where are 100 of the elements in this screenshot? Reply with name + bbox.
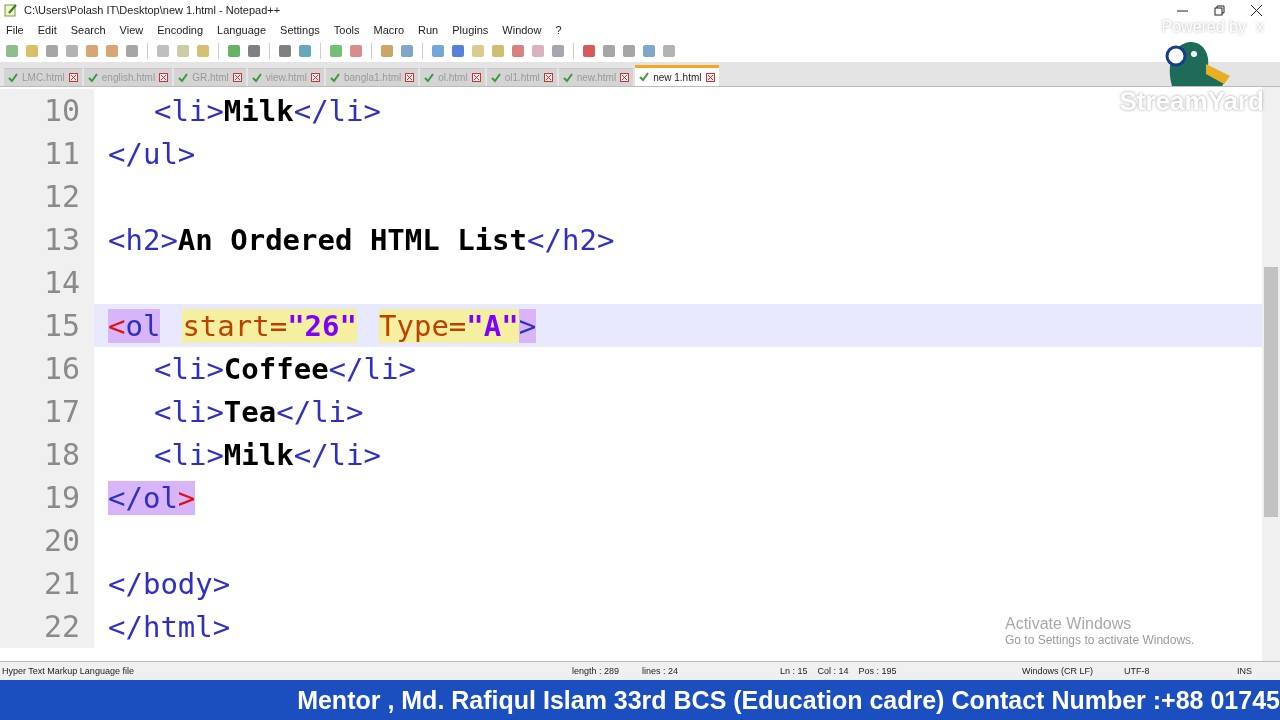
code-token: start=: [182, 308, 288, 343]
code-token: Milk: [223, 93, 294, 128]
line-number: 22: [0, 605, 94, 648]
check-icon: [562, 72, 573, 83]
file-type: Hyper Text Markup Language file: [1, 666, 135, 676]
menu-item[interactable]: Language: [217, 24, 267, 36]
code-token: <li>: [154, 351, 224, 386]
lines-status: lines : 24: [642, 666, 680, 676]
toolbar-icon[interactable]: [175, 43, 191, 59]
toolbar-icon[interactable]: [124, 43, 140, 59]
toolbar-icon[interactable]: [450, 43, 466, 59]
banner-text: Mentor , Md. Rafiqul Islam 33rd BCS (Education cadre) Contact Number :+88 01745: [297, 685, 1280, 715]
toolbar-icon[interactable]: [621, 43, 637, 59]
menu-item[interactable]: View: [119, 24, 144, 36]
position-status: Ln : 15 Col : 14 Pos : 195: [780, 666, 898, 676]
toolbar-icon[interactable]: [64, 43, 80, 59]
toolbar-icon[interactable]: [490, 43, 506, 59]
code-token: </html>: [108, 609, 231, 644]
code-token: <li>: [154, 394, 224, 429]
toolbar-icon[interactable]: [581, 43, 597, 59]
toolbar-icon[interactable]: [297, 43, 313, 59]
toolbar-icon[interactable]: [328, 43, 344, 59]
line-number: 19: [0, 476, 94, 519]
code-token: </h2>: [527, 222, 615, 257]
menu-item[interactable]: Settings: [280, 24, 320, 36]
toolbar-icon[interactable]: [601, 43, 617, 59]
activation-title: Activate Windows: [1005, 615, 1133, 633]
code-token: Milk: [223, 437, 294, 472]
scrollbar[interactable]: [1262, 87, 1280, 661]
menu-item[interactable]: Run: [418, 24, 439, 36]
toolbar-icon[interactable]: [348, 43, 364, 59]
menu-item[interactable]: File: [6, 24, 24, 36]
toolbar-icon[interactable]: [24, 43, 40, 59]
menu-item[interactable]: Macro: [373, 24, 405, 36]
toolbar-icon[interactable]: [246, 43, 262, 59]
code-token: </li>: [293, 437, 381, 472]
code-token: "26": [287, 308, 357, 343]
code-token: An Ordered HTML List: [177, 222, 528, 257]
code-token: </ol: [108, 480, 178, 515]
toolbar-icon[interactable]: [277, 43, 293, 59]
code-token: Coffee: [223, 351, 329, 386]
code-token: </li>: [276, 394, 364, 429]
menu-item[interactable]: Window: [502, 24, 542, 36]
toolbar-icon[interactable]: [530, 43, 546, 59]
check-icon: [8, 72, 18, 83]
toolbar-icon[interactable]: [155, 43, 171, 59]
toolbar-icon[interactable]: [84, 43, 100, 59]
toolbar-icon[interactable]: [4, 43, 20, 59]
code-token: <: [108, 308, 126, 343]
line-number: 21: [0, 562, 94, 605]
code-token: <h2>: [108, 222, 178, 257]
eol-status: Windows (CR LF): [1022, 666, 1094, 676]
check-icon: [251, 72, 262, 83]
toolbar-icon[interactable]: [430, 43, 446, 59]
close-icon[interactable]: [1251, 4, 1262, 16]
menu-item[interactable]: Plugins: [452, 24, 489, 36]
line-number: 12: [0, 175, 94, 218]
code-token: <li>: [154, 93, 224, 128]
line-number: 10: [0, 89, 94, 132]
menu-item[interactable]: Edit: [37, 24, 57, 36]
code-token: "A": [466, 308, 519, 343]
code-token: <li>: [154, 437, 224, 472]
toolbar-icon[interactable]: [104, 43, 120, 59]
toolbar-icon[interactable]: [399, 43, 415, 59]
toolbar-icon[interactable]: [510, 43, 526, 59]
menu-item[interactable]: Search: [70, 24, 106, 36]
mode-status: INS: [1237, 666, 1252, 676]
code-token: Type=: [379, 308, 467, 343]
check-icon: [490, 72, 501, 83]
toolbar-icon[interactable]: [44, 43, 60, 59]
restore-icon[interactable]: [1214, 4, 1225, 16]
window-title: C:\Users\Polash IT\Desktop\new 1.html - Notepad++: [24, 4, 281, 16]
check-icon: [329, 72, 340, 83]
toolbar-icon[interactable]: [641, 43, 657, 59]
menu-item[interactable]: ?: [555, 24, 562, 36]
check-icon: [424, 72, 435, 83]
toolbar-icon[interactable]: [550, 43, 566, 59]
code-token: </li>: [328, 351, 416, 386]
toolbar-icon[interactable]: [470, 43, 486, 59]
menu-item[interactable]: Tools: [333, 24, 360, 36]
line-number: 13: [0, 218, 94, 261]
menu-item[interactable]: Encoding: [157, 24, 204, 36]
check-icon: [178, 72, 189, 83]
file-tab[interactable]: new 1.html: [635, 65, 719, 86]
activation-subtitle: Go to Settings to activate Windows.: [1005, 633, 1195, 647]
line-number: 16: [0, 347, 94, 390]
line-number: 14: [0, 261, 94, 304]
toolbar-icon[interactable]: [226, 43, 242, 59]
line-number: 11: [0, 132, 94, 175]
toolbar-icon[interactable]: [661, 43, 677, 59]
code-token: Tea: [223, 394, 277, 429]
code-token: ol: [125, 308, 161, 343]
line-number: 15: [0, 304, 94, 347]
code-token: </body>: [108, 566, 231, 601]
line-number: 18: [0, 433, 94, 476]
toolbar-icon[interactable]: [195, 43, 211, 59]
line-number: 20: [0, 519, 94, 562]
check-icon: [639, 72, 650, 82]
toolbar-icon[interactable]: [379, 43, 395, 59]
code-token: </ul>: [108, 136, 196, 171]
